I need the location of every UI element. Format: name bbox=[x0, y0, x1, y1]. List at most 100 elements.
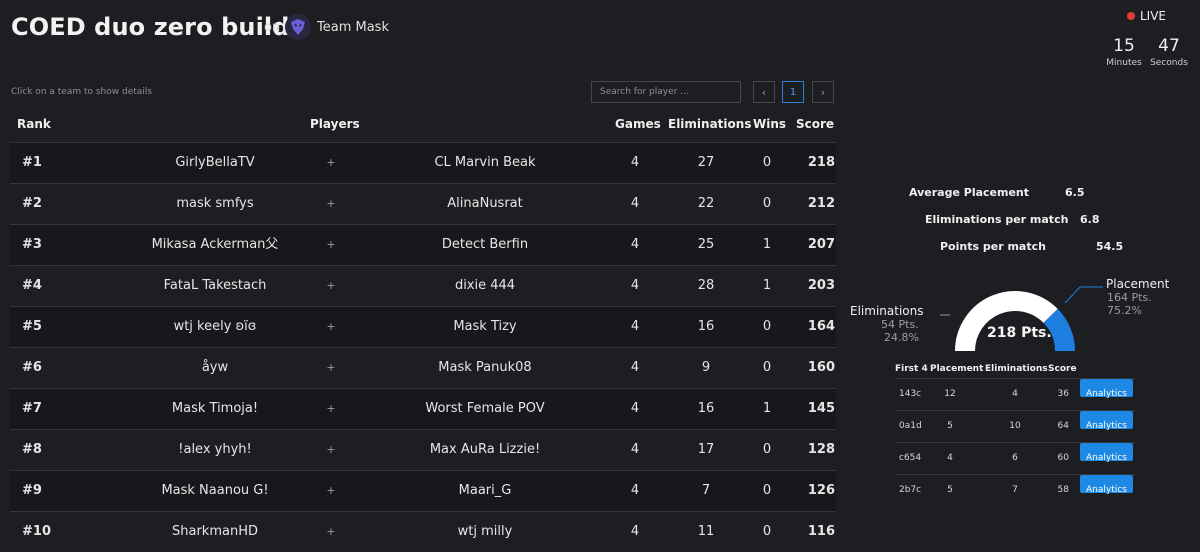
avg-placement-label: Average Placement bbox=[909, 186, 1030, 199]
gauge-total: 218 Pts. bbox=[987, 325, 1052, 341]
current-page-button[interactable]: 1 bbox=[782, 81, 804, 103]
gauge-elims-label: Eliminations bbox=[850, 304, 924, 318]
score-cell: 145 bbox=[807, 401, 835, 416]
gauge-elims-pct: 24.8% bbox=[884, 331, 919, 344]
eliminations-cell: 22 bbox=[697, 196, 715, 211]
eliminations-cell: 27 bbox=[697, 155, 715, 170]
wins-cell: 0 bbox=[762, 196, 772, 211]
score-cell: 160 bbox=[807, 360, 835, 375]
analytics-button[interactable]: Analytics bbox=[1080, 443, 1133, 463]
rank-cell: #9 bbox=[22, 483, 42, 498]
score-cell: 218 bbox=[807, 155, 835, 170]
rank-cell: #2 bbox=[22, 196, 42, 211]
games-cell: 4 bbox=[630, 196, 640, 211]
score-cell: 128 bbox=[807, 442, 835, 457]
col-score: Score bbox=[1048, 364, 1077, 374]
player-search-input[interactable] bbox=[591, 81, 741, 103]
games-cell: 4 bbox=[630, 442, 640, 457]
rank-cell: #6 bbox=[22, 360, 42, 375]
match-placement-cell: 5 bbox=[947, 485, 953, 495]
team-logo[interactable] bbox=[285, 14, 311, 40]
table-row[interactable]: #6 åyw + Mask Panuk08 4 9 0 160 bbox=[10, 347, 836, 388]
plus-icon: + bbox=[326, 402, 336, 415]
matches-table: First 4 Placement Eliminations Score 143… bbox=[895, 362, 1135, 506]
table-row[interactable]: #7 Mask Timoja! + Worst Female POV 4 16 1 145 bbox=[10, 388, 836, 429]
match-id-cell: c654 bbox=[899, 453, 922, 463]
match-score-cell: 58 bbox=[1057, 485, 1069, 495]
plus-icon: + bbox=[326, 443, 336, 456]
eliminations-cell: 9 bbox=[701, 360, 711, 375]
team-name[interactable]: Team Mask bbox=[317, 20, 389, 35]
match-eliminations-cell: 6 bbox=[1012, 453, 1018, 463]
rank-cell: #4 bbox=[22, 278, 42, 293]
player-two-cell: Mask Tizy bbox=[453, 319, 517, 334]
score-cell: 116 bbox=[807, 524, 835, 539]
points-per-match-label: Points per match bbox=[940, 240, 1046, 253]
points-per-match-value: 54.5 bbox=[1096, 240, 1124, 253]
match-id-cell: 143c bbox=[899, 389, 922, 399]
player-two-cell: Max AuRa Lizzie! bbox=[429, 442, 541, 457]
col-rank: Rank bbox=[17, 117, 51, 131]
player-two-cell: Mask Panuk08 bbox=[438, 360, 532, 375]
eliminations-cell: 17 bbox=[697, 442, 715, 457]
col-wins: Wins bbox=[753, 117, 787, 131]
gauge-placement-pct: 75.2% bbox=[1107, 304, 1142, 317]
prev-page-button[interactable]: ‹ bbox=[753, 81, 775, 103]
col-players: Players bbox=[310, 117, 360, 131]
mask-logo-icon bbox=[285, 14, 311, 40]
col-eliminations: Eliminations bbox=[985, 364, 1048, 374]
eliminations-cell: 25 bbox=[697, 237, 715, 252]
plus-icon: + bbox=[326, 279, 336, 292]
avg-placement-value: 6.5 bbox=[1065, 186, 1085, 199]
match-row: 0a1d 5 10 64 Analytics bbox=[895, 410, 1135, 442]
timer-minutes: 15 Minutes bbox=[1103, 36, 1145, 68]
table-row[interactable]: #5 wtj keely ʚïɞ + Mask Tizy 4 16 0 164 bbox=[10, 306, 836, 347]
analytics-button[interactable]: Analytics bbox=[1080, 379, 1133, 399]
player-one-cell: åyw bbox=[201, 360, 229, 375]
live-dot-icon bbox=[1127, 12, 1135, 20]
live-label: LIVE bbox=[1140, 9, 1167, 23]
table-row[interactable]: #9 Mask Naanou G! + Maari_G 4 7 0 126 bbox=[10, 470, 836, 511]
table-row[interactable]: #4 FataL Takestach + dixie 444 4 28 1 203 bbox=[10, 265, 836, 306]
analytics-button[interactable]: Analytics bbox=[1080, 411, 1133, 431]
match-placement-cell: 5 bbox=[947, 421, 953, 431]
analytics-button[interactable]: Analytics bbox=[1080, 475, 1133, 495]
plus-icon: + bbox=[326, 361, 336, 374]
table-row[interactable]: #1 GirlyBellaTV + CL Marvin Beak 4 27 0 218 bbox=[10, 142, 836, 183]
plus-icon: + bbox=[326, 197, 336, 210]
live-indicator: LIVE bbox=[1127, 9, 1166, 23]
table-row[interactable]: #8 !alex yhyh! + Max AuRa Lizzie! 4 17 0 128 bbox=[10, 429, 836, 470]
wins-cell: 0 bbox=[762, 360, 772, 375]
match-id-cell: 0a1d bbox=[899, 421, 922, 431]
hint-text: Click on a team to show details bbox=[11, 87, 152, 97]
eliminations-cell: 11 bbox=[697, 524, 715, 539]
plus-icon: + bbox=[326, 484, 336, 497]
seconds-label: Seconds bbox=[1150, 58, 1188, 68]
eliminations-cell: 16 bbox=[697, 401, 715, 416]
plus-icon: + bbox=[326, 238, 336, 251]
table-row[interactable]: #3 Mikasa Ackerman父 + Detect Berfin 4 25 1 207 bbox=[10, 224, 836, 265]
next-page-button[interactable]: › bbox=[812, 81, 834, 103]
match-row: 2b7c 5 7 58 Analytics bbox=[895, 474, 1135, 506]
wins-cell: 0 bbox=[762, 524, 772, 539]
player-one-cell: mask smfys bbox=[176, 196, 254, 211]
table-row[interactable]: #2 mask smfys + AlinaNusrat 4 22 0 212 bbox=[10, 183, 836, 224]
match-row: c654 4 6 60 Analytics bbox=[895, 442, 1135, 474]
player-one-cell: wtj keely ʚïɞ bbox=[173, 319, 257, 334]
elims-per-match-label: Eliminations per match bbox=[925, 213, 1069, 226]
games-cell: 4 bbox=[630, 401, 640, 416]
wins-cell: 1 bbox=[762, 278, 772, 293]
table-header: Rank Players Games Eliminations Wins Sco… bbox=[10, 110, 836, 142]
games-cell: 4 bbox=[630, 524, 640, 539]
player-two-cell: wtj milly bbox=[457, 524, 513, 539]
rank-cell: #5 bbox=[22, 319, 42, 334]
player-one-cell: Mask Timoja! bbox=[171, 401, 259, 416]
player-one-cell: GirlyBellaTV bbox=[175, 155, 255, 170]
player-two-cell: AlinaNusrat bbox=[447, 196, 523, 211]
eliminations-cell: 16 bbox=[697, 319, 715, 334]
wins-cell: 0 bbox=[762, 319, 772, 334]
wins-cell: 0 bbox=[762, 483, 772, 498]
gauge-placement-pts: 164 Pts. bbox=[1107, 291, 1152, 304]
col-score: Score bbox=[796, 117, 835, 131]
games-cell: 4 bbox=[630, 155, 640, 170]
